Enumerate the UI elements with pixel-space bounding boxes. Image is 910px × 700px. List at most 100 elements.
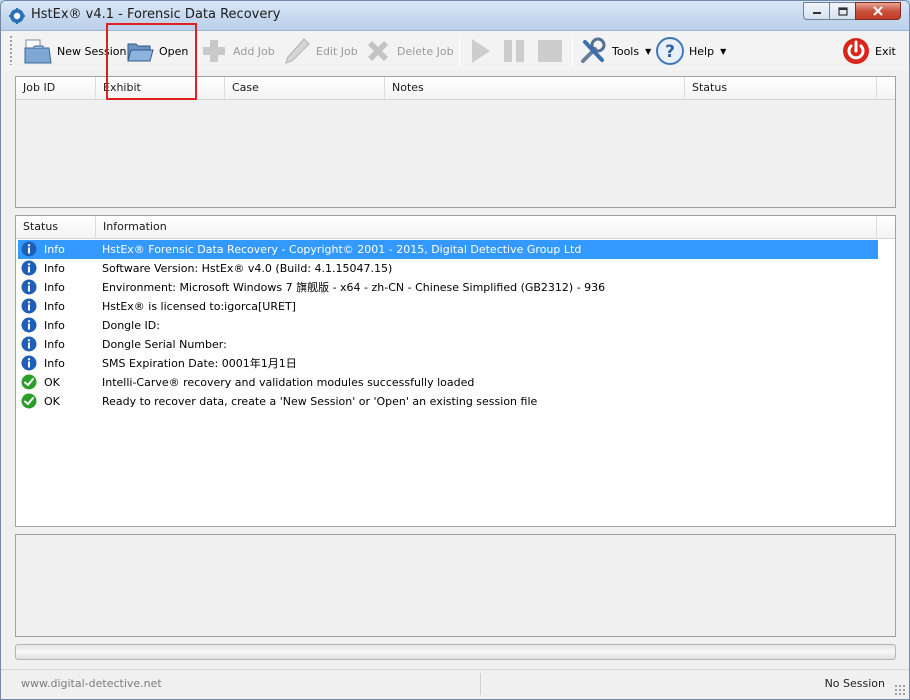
stop-icon (538, 40, 562, 62)
jobs-table[interactable]: Job ID Exhibit Case Notes Status (15, 76, 896, 208)
add-job-button[interactable]: Add Job (199, 33, 275, 69)
close-button[interactable] (855, 2, 901, 20)
x-icon (368, 41, 388, 61)
log-row[interactable]: Info HstEx® is licensed to:igorca[URET] (18, 297, 878, 316)
log-status: Info (44, 300, 65, 313)
stop-button[interactable] (535, 33, 565, 69)
plus-icon (203, 40, 225, 62)
pause-button[interactable] (499, 33, 529, 69)
toolbar-separator (459, 37, 460, 65)
log-information: Environment: Microsoft Windows 7 旗舰版 - x… (102, 281, 606, 294)
log-row[interactable]: Info Dongle ID: (18, 316, 878, 335)
log-information: Dongle Serial Number: (102, 338, 227, 351)
play-button[interactable] (465, 33, 495, 69)
info-icon (21, 260, 37, 276)
column-header-case[interactable]: Case (225, 77, 385, 99)
log-information: SMS Expiration Date: 0001年1月1日 (102, 357, 297, 370)
chevron-down-icon: ▼ (645, 46, 652, 56)
new-session-icon (24, 39, 52, 64)
log-status: Info (44, 281, 65, 294)
log-status: Info (44, 357, 65, 370)
log-status: Info (44, 262, 65, 275)
exit-button[interactable]: Exit (841, 33, 896, 69)
website-link[interactable]: www.digital-detective.net (7, 673, 481, 695)
log-row[interactable]: OK Ready to recover data, create a 'New S… (18, 392, 878, 411)
info-icon (21, 317, 37, 333)
column-header-job-id[interactable]: Job ID (16, 77, 96, 99)
log-information: Dongle ID: (102, 319, 160, 332)
jobs-table-header: Job ID Exhibit Case Notes Status (16, 77, 895, 100)
log-row[interactable]: Info Dongle Serial Number: (18, 335, 878, 354)
log-table-header: Status Information (16, 216, 895, 239)
open-button[interactable]: Open (125, 33, 188, 69)
session-status: No Session (824, 677, 885, 690)
log-status: Info (44, 243, 65, 256)
play-icon (472, 39, 490, 63)
tools-label: Tools (612, 44, 640, 58)
pencil-icon (285, 38, 310, 64)
log-status: Info (44, 319, 65, 332)
log-information: Ready to recover data, create a 'New Ses… (102, 395, 538, 408)
close-icon (873, 6, 883, 16)
info-icon (21, 241, 37, 257)
new-session-button[interactable]: New Session (23, 33, 126, 69)
log-row[interactable]: Info Environment: Microsoft Windows 7 旗舰版… (18, 278, 878, 297)
delete-job-label: Delete Job (397, 44, 454, 58)
details-panel (15, 534, 896, 637)
info-icon (21, 355, 37, 371)
window-controls (803, 2, 901, 21)
column-header-information[interactable]: Information (96, 216, 877, 238)
delete-job-button[interactable]: Delete Job (363, 33, 454, 69)
log-status: OK (44, 376, 60, 389)
minimize-icon (812, 12, 821, 14)
info-icon (21, 279, 37, 295)
maximize-icon (837, 6, 848, 16)
log-information: Software Version: HstEx® v4.0 (Build: 4.… (102, 262, 393, 275)
toolbar-grip[interactable] (9, 35, 13, 65)
help-button[interactable]: ? Help ▼ (655, 33, 726, 69)
info-icon (21, 336, 37, 352)
add-job-label: Add Job (233, 44, 275, 58)
help-icon: ? (656, 37, 684, 65)
resize-grip[interactable] (894, 684, 906, 696)
maximize-button[interactable] (829, 2, 856, 20)
toolbar: New Session Open Add Job Edit Job Delete… (1, 31, 909, 71)
column-header-status[interactable]: Status (685, 77, 877, 99)
log-row[interactable]: OK Intelli-Carve® recovery and validation… (18, 373, 878, 392)
help-label: Help (689, 44, 715, 58)
power-icon (843, 38, 869, 64)
log-information: Intelli-Carve® recovery and validation m… (102, 376, 475, 389)
toolbar-separator (572, 37, 573, 65)
log-row[interactable]: Info SMS Expiration Date: 0001年1月1日 (18, 354, 878, 373)
gear-icon (9, 8, 25, 24)
open-label: Open (159, 44, 189, 58)
exit-label: Exit (875, 44, 896, 58)
open-folder-icon (127, 43, 154, 62)
log-table[interactable]: Status Information Info HstEx® Forensic D… (15, 215, 896, 527)
new-session-label: New Session (57, 44, 127, 58)
check-icon (21, 393, 37, 409)
log-information: HstEx® Forensic Data Recovery - Copyrigh… (102, 243, 582, 256)
pause-icon (504, 40, 524, 62)
title-bar[interactable]: HstEx® v4.1 - Forensic Data Recovery (1, 1, 909, 31)
window-title: HstEx® v4.1 - Forensic Data Recovery (31, 7, 281, 22)
column-header-exhibit[interactable]: Exhibit (96, 77, 225, 99)
log-row[interactable]: Info Software Version: HstEx® v4.0 (Build… (18, 259, 878, 278)
log-row[interactable]: Info HstEx® Forensic Data Recovery - Copy… (18, 240, 878, 259)
chevron-down-icon: ▼ (720, 46, 727, 56)
log-status: OK (44, 395, 60, 408)
tools-icon (581, 37, 606, 63)
status-bar: www.digital-detective.net No Session (1, 669, 909, 699)
tools-button[interactable]: Tools ▼ (578, 33, 651, 69)
app-window: HstEx® v4.1 - Forensic Data Recovery New… (0, 0, 910, 700)
svg-text:?: ? (665, 42, 675, 62)
progress-bar (15, 644, 896, 660)
info-icon (21, 298, 37, 314)
edit-job-label: Edit Job (316, 44, 358, 58)
column-header-status[interactable]: Status (16, 216, 96, 238)
column-header-notes[interactable]: Notes (385, 77, 685, 99)
check-icon (21, 374, 37, 390)
minimize-button[interactable] (803, 2, 830, 20)
edit-job-button[interactable]: Edit Job (282, 33, 358, 69)
log-information: HstEx® is licensed to:igorca[URET] (102, 300, 296, 313)
